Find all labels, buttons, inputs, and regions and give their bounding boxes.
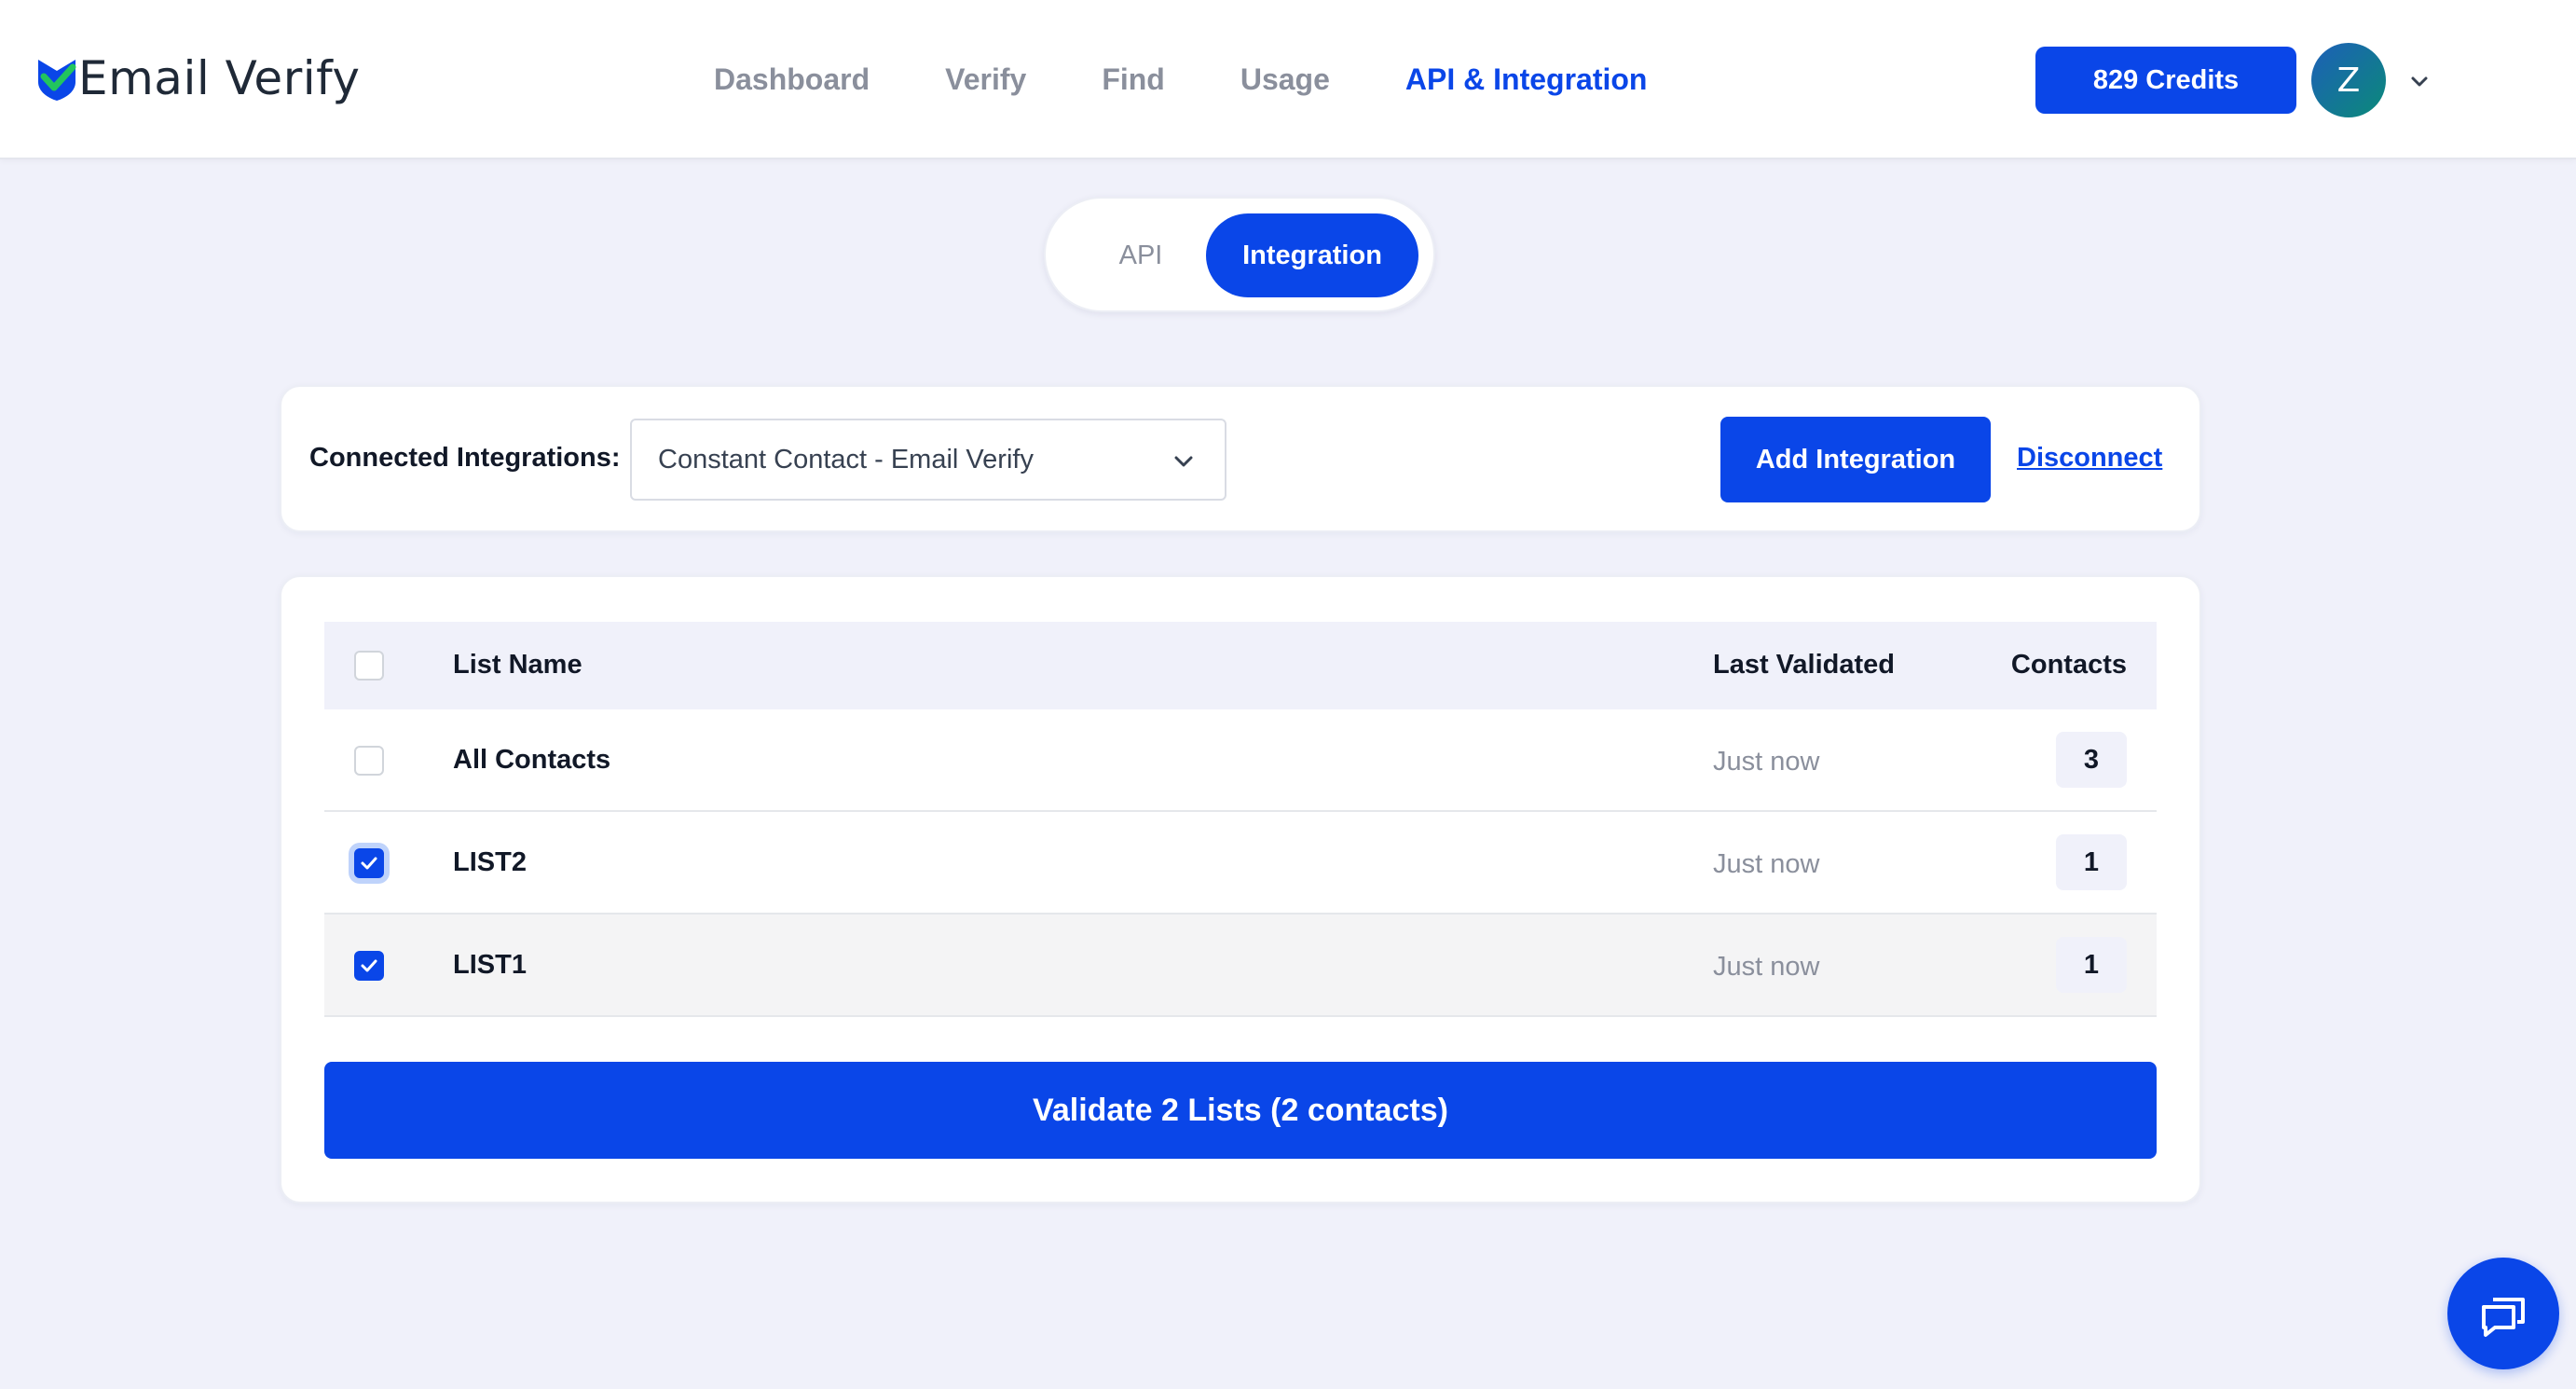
add-integration-button[interactable]: Add Integration <box>1720 417 1991 502</box>
contacts-count-badge: 1 <box>2056 937 2127 993</box>
brand-name: Email Verify <box>78 51 361 105</box>
contacts-count-badge: 1 <box>2056 834 2127 890</box>
integration-select-value: Constant Contact - Email Verify <box>658 444 1034 474</box>
api-integration-tabs: API Integration <box>1044 197 1435 312</box>
row-checkbox[interactable] <box>354 951 384 981</box>
tab-api[interactable]: API <box>1057 213 1225 297</box>
brand-logo[interactable]: Email Verify <box>35 50 360 106</box>
integration-select[interactable]: Constant Contact - Email Verify <box>630 419 1226 501</box>
select-all-checkbox[interactable] <box>354 651 384 681</box>
nav-dashboard[interactable]: Dashboard <box>714 62 870 97</box>
table-row[interactable]: LIST1 Just now 1 <box>324 915 2157 1017</box>
disconnect-link[interactable]: Disconnect <box>2017 443 2162 474</box>
table-header: List Name Last Validated Contacts <box>324 622 2157 709</box>
connected-integrations-card: Connected Integrations: Constant Contact… <box>280 385 2201 532</box>
tab-integration[interactable]: Integration <box>1206 213 1418 297</box>
chevron-down-icon[interactable] <box>2406 69 2432 95</box>
validate-lists-button[interactable]: Validate 2 Lists (2 contacts) <box>324 1062 2157 1159</box>
table-row[interactable]: LIST2 Just now 1 <box>324 812 2157 915</box>
credits-button[interactable]: 829 Credits <box>2035 47 2296 114</box>
nav-api-integration[interactable]: API & Integration <box>1405 62 1648 97</box>
last-validated: Just now <box>1713 952 1820 982</box>
chat-bubble-icon <box>2482 1298 2525 1337</box>
last-validated: Just now <box>1713 849 1820 879</box>
row-checkbox[interactable] <box>354 746 384 776</box>
lists-table: List Name Last Validated Contacts All Co… <box>324 622 2157 1017</box>
column-header-list-name: List Name <box>453 650 582 680</box>
last-validated: Just now <box>1713 747 1820 777</box>
contact-lists-card: List Name Last Validated Contacts All Co… <box>280 575 2201 1203</box>
shield-check-icon <box>38 60 76 101</box>
contacts-count-badge: 3 <box>2056 732 2127 788</box>
table-row[interactable]: All Contacts Just now 3 <box>324 709 2157 812</box>
column-header-last-validated: Last Validated <box>1713 650 1896 680</box>
chevron-down-icon <box>1174 456 1193 467</box>
list-name: LIST1 <box>453 950 527 980</box>
column-header-contacts: Contacts <box>2010 650 2127 680</box>
top-header: Email Verify Dashboard Verify Find Usage… <box>0 0 2576 159</box>
check-icon <box>361 857 377 870</box>
main-nav: Dashboard Verify Find Usage API & Integr… <box>714 56 1647 103</box>
connected-integrations-label: Connected Integrations: <box>309 443 621 473</box>
nav-find[interactable]: Find <box>1102 62 1165 97</box>
nav-usage[interactable]: Usage <box>1240 62 1330 97</box>
list-name: All Contacts <box>453 745 611 775</box>
nav-verify[interactable]: Verify <box>945 62 1026 97</box>
chat-launcher-button[interactable] <box>2447 1258 2559 1369</box>
check-icon <box>361 959 377 972</box>
row-checkbox[interactable] <box>354 848 384 878</box>
avatar[interactable]: Z <box>2311 43 2386 117</box>
list-name: LIST2 <box>453 847 527 877</box>
